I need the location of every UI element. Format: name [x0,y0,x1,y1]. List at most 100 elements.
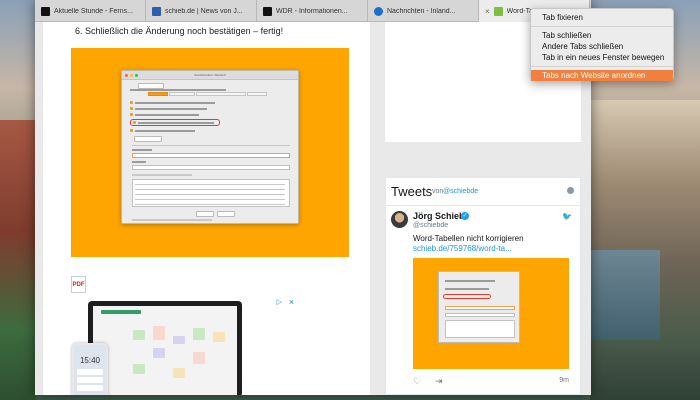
dialog-text-line [135,102,215,104]
phone-notification [77,369,103,375]
dialog-text-line [132,161,146,163]
tweet-image-dialog [438,271,520,343]
dialog-checkbox [130,101,133,104]
menu-separator [531,26,673,27]
info-icon[interactable] [567,187,574,194]
dialog-text-line [132,149,152,151]
dialog-tab [148,92,168,96]
phone-notification [77,385,103,391]
dialog-table [445,320,515,338]
dialog-with-field [445,313,515,317]
close-icon[interactable]: × [485,7,490,16]
dialog-checkbox [130,129,133,132]
autocorrect-dialog-image: AutoKorrektur: Deutsch [121,70,299,224]
tab-bar: Aktuelle Stunde - Ferns... schieb.de | N… [35,0,591,22]
menu-separator [531,66,673,67]
step-text: 6. Schließlich die Änderung noch bestäti… [75,26,284,36]
tab-nachrichten[interactable]: Nachrichten - Inland... [368,0,479,22]
share-icon[interactable]: ⇥ [435,376,443,387]
dialog-text-line [135,114,199,116]
tweet-author-handle[interactable]: @schiebde [413,222,448,229]
dialog-exceptions-button [134,136,162,142]
dialog-checkbox [130,107,133,110]
calendar-event [173,336,185,344]
dialog-text-line [132,174,192,176]
twitter-bird-icon[interactable]: 🐦 [562,212,572,221]
browser-window: Aktuelle Stunde - Ferns... schieb.de | N… [35,0,591,395]
calendar-event [153,348,165,358]
tab-schieb[interactable]: schieb.de | News von J... [146,0,257,22]
tweets-header: Tweets von @schiebde [386,178,580,206]
highlight-ring [443,294,491,299]
heart-icon[interactable]: ♡ [413,376,421,387]
menu-item-close-tab[interactable]: Tab schließen [531,30,673,41]
table-row-line [135,194,285,195]
menu-item-pin-tab[interactable]: Tab fixieren [531,12,673,23]
dialog-replace-field [445,306,515,310]
dialog-checkbox [133,121,136,124]
avatar[interactable] [391,211,408,228]
dialog-checkbox [130,113,133,116]
table-row-line [135,199,285,200]
laptop-screen [93,306,237,395]
tweets-handle-link[interactable]: @schiebde [443,188,478,195]
verified-icon: ✓ [461,212,469,220]
tagesschau-icon [374,6,383,16]
web-page: 6. Schließlich die Änderung noch bestäti… [35,22,591,395]
word-icon [493,6,503,16]
dialog-text-line [445,280,495,282]
calendar-event [213,332,225,342]
menu-item-sort-tabs-by-website[interactable]: Tabs nach Website anordnen [531,70,673,81]
pdf-icon[interactable]: PDF [71,276,86,293]
tab-aktuelle-stunde[interactable]: Aktuelle Stunde - Ferns... [35,0,146,22]
menu-item-move-tab-new-window[interactable]: Tab in ein neues Fenster bewegen [531,52,673,63]
menu-item-close-other-tabs[interactable]: Andere Tabs schließen [531,41,673,52]
calendar-event [173,368,185,378]
dialog-text-line [130,89,226,91]
adchoices-icon[interactable]: ▷ [277,298,282,306]
advertisement[interactable]: ▷ × 15:40 [72,297,294,395]
tweets-von: von [432,188,444,195]
article-screenshot[interactable]: AutoKorrektur: Deutsch [71,48,349,257]
dialog-text-line [132,219,212,221]
tweet-time[interactable]: 9m [559,377,569,384]
dialog-replace-field [132,153,290,158]
wdr-logo-icon [263,6,272,16]
desktop-sea [580,250,660,340]
table-row-line [135,189,285,190]
dialog-with-field [132,165,290,170]
phone-image: 15:40 [72,343,108,395]
dialog-add-button [196,211,214,217]
dialog-tab [196,92,246,96]
tweet-actions: ♡ ⇥ 9m [413,376,569,388]
tab-title: WDR - Informationen... [276,7,348,15]
tweet-author-name[interactable]: Jörg Schieb [413,211,465,221]
tab-title: Nachrichten - Inland... [387,7,456,15]
twitter-timeline: Tweets von @schiebde Jörg Schieb ✓ @schi… [385,177,581,395]
calendar-event [153,326,165,340]
dialog-tab [247,92,267,96]
tweet-link[interactable]: schieb.de/759768/word-ta... [413,244,512,253]
phone-notification [77,377,103,383]
calendar-header [101,310,141,314]
tab-wdr[interactable]: WDR - Informationen... [257,0,368,22]
close-icon[interactable]: × [289,297,294,307]
tweets-title: Tweets [391,184,433,199]
tab-title: Aktuelle Stunde - Ferns... [54,7,133,15]
tweet-image[interactable] [413,258,569,369]
desktop-cliff-left [0,120,36,400]
dialog-text-line [135,130,195,132]
dialog-divider [132,145,290,146]
tab-context-menu: Tab fixieren Tab schließen Andere Tabs s… [530,8,674,81]
dialog-titlebar: AutoKorrektur: Deutsch [122,71,298,80]
laptop-image [88,301,242,395]
calendar-event [193,352,205,364]
tweet-text: Word-Tabellen nicht korrigieren [413,234,524,243]
article-column: 6. Schließlich die Änderung noch bestäti… [43,22,370,395]
dialog-text-line [138,122,214,124]
calendar-event [133,330,145,340]
table-row-line [135,184,285,185]
phone-time: 15:40 [79,356,101,365]
dialog-tab [169,92,195,96]
dialog-table [132,179,290,207]
